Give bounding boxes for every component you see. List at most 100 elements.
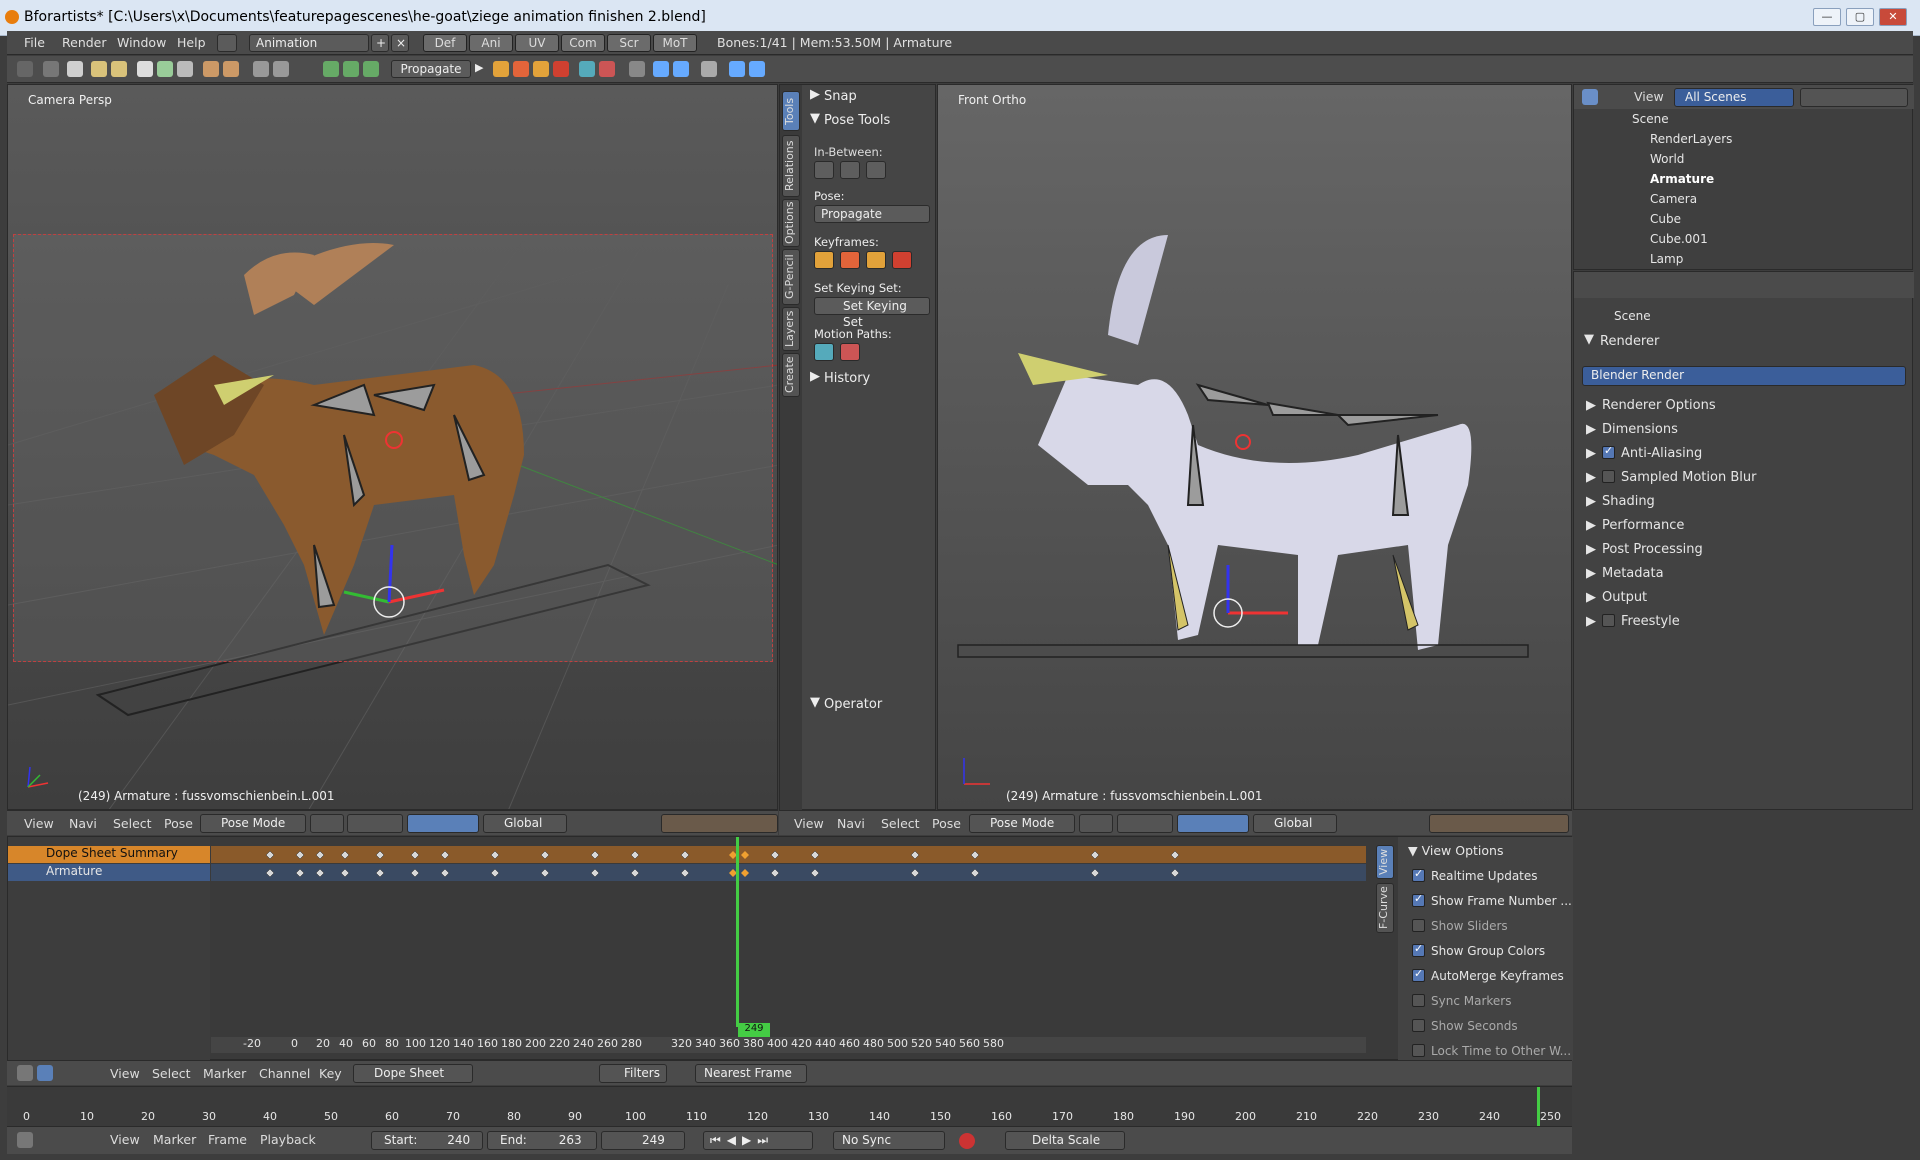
frame-ruler[interactable]: -20 0 20 40 60 80 100 120 140 160 180 20…: [211, 1037, 1366, 1053]
layer-buttons[interactable]: [1429, 814, 1569, 833]
option-show-group-colors[interactable]: Show Group Colors: [1412, 942, 1545, 958]
menu-marker[interactable]: Marker: [153, 1132, 196, 1147]
vtab-relations[interactable]: Relations: [782, 135, 800, 197]
section-output[interactable]: ▶ Output: [1576, 590, 1647, 610]
start-frame-field[interactable]: Start: 240: [371, 1131, 483, 1150]
properties-context-tabs[interactable]: [1574, 272, 1914, 298]
delete-keyframe-icon[interactable]: [513, 61, 529, 77]
orientation-dropdown[interactable]: Global: [483, 814, 567, 833]
option-show-sliders[interactable]: Show Sliders: [1412, 919, 1508, 933]
shading-dropdown[interactable]: [1079, 814, 1113, 833]
anti-aliasing-checkbox[interactable]: [1602, 444, 1615, 459]
render-anim-icon[interactable]: [273, 61, 289, 77]
section-performance[interactable]: ▶ Performance: [1576, 518, 1684, 538]
manipulator-toggle[interactable]: [407, 814, 479, 833]
menu-window[interactable]: Window: [117, 35, 166, 50]
render-engine-dropdown[interactable]: Blender Render: [1582, 366, 1906, 386]
save-copy-icon[interactable]: [177, 61, 193, 77]
section-motion-blur[interactable]: ▶ Sampled Motion Blur: [1576, 470, 1756, 490]
snap-mode-dropdown[interactable]: Nearest Frame: [695, 1064, 807, 1083]
keying-set-dropdown[interactable]: Delta Scale: [1005, 1131, 1125, 1150]
outliner-item-armature[interactable]: Armature: [1650, 172, 1714, 186]
view-persp-icon[interactable]: [701, 61, 717, 77]
display-mode-dropdown[interactable]: All Scenes: [1674, 88, 1794, 107]
checkbox[interactable]: [1412, 994, 1425, 1007]
editor-type-icon[interactable]: [1582, 89, 1598, 105]
menu-select[interactable]: Select: [152, 1066, 191, 1081]
end-frame-field[interactable]: End: 263: [487, 1131, 597, 1150]
maximize-button[interactable]: ▢: [1846, 8, 1874, 26]
tab-mot[interactable]: MoT: [653, 34, 697, 52]
section-anti-aliasing[interactable]: ▶ Anti-Aliasing: [1576, 444, 1702, 466]
menu-navi[interactable]: Navi: [69, 816, 97, 831]
play-arrow-icon[interactable]: ▶: [475, 61, 491, 77]
menu-playback[interactable]: Playback: [260, 1132, 316, 1147]
menu-render[interactable]: Render: [62, 35, 107, 50]
mode-icon[interactable]: [37, 1065, 53, 1081]
menu-pose[interactable]: Pose: [164, 816, 193, 831]
renderer-expander-icon[interactable]: ▼: [1584, 332, 1594, 347]
open-folder-icon[interactable]: [91, 61, 107, 77]
propagate-button[interactable]: Propagate: [391, 60, 471, 78]
outliner-item-world[interactable]: World: [1650, 152, 1684, 166]
vtab-options[interactable]: Options: [782, 199, 800, 247]
layer-buttons[interactable]: [661, 814, 778, 833]
remove-workspace-icon[interactable]: ×: [391, 34, 409, 52]
viewport-camera-persp[interactable]: Camera Persp (249) Armature : fussvomsch…: [7, 84, 778, 810]
menu-icon[interactable]: [43, 61, 59, 77]
vtab-gpencil[interactable]: G-Pencil: [782, 249, 800, 305]
checkbox[interactable]: [1412, 942, 1425, 957]
checkbox[interactable]: [1412, 892, 1425, 907]
layout-grid-icon[interactable]: [217, 34, 237, 52]
snap-expander-icon[interactable]: ▶: [810, 87, 820, 102]
current-frame-badge[interactable]: 249: [738, 1023, 770, 1037]
add-workspace-icon[interactable]: +: [371, 34, 389, 52]
timeline-editor[interactable]: 0 10 20 30 40 50 60 70 80 90 100 110 120…: [7, 1086, 1572, 1127]
manipulator-toggle[interactable]: [1177, 814, 1249, 833]
vtab-layers[interactable]: Layers: [782, 307, 800, 351]
outliner-item-lamp[interactable]: Lamp: [1650, 252, 1683, 266]
push-pose-button[interactable]: [814, 161, 834, 179]
hamburger-icon[interactable]: [17, 61, 33, 77]
menu-frame[interactable]: Frame: [208, 1132, 247, 1147]
recent-folder-icon[interactable]: [111, 61, 127, 77]
tab-ani[interactable]: Ani: [469, 34, 513, 52]
outliner-item-scene[interactable]: Scene: [1632, 112, 1669, 126]
save-icon[interactable]: [137, 61, 153, 77]
channel-dope-sheet-summary[interactable]: Dope Sheet Summary: [8, 846, 210, 863]
clear-key-button[interactable]: [892, 251, 912, 269]
close-window-button[interactable]: ✕: [1879, 8, 1907, 26]
section-dimensions[interactable]: ▶ Dimensions: [1576, 422, 1678, 442]
section-freestyle[interactable]: ▶ Freestyle: [1576, 614, 1680, 634]
renderer-panel-header[interactable]: Renderer: [1600, 334, 1659, 349]
vtab-create[interactable]: Create: [782, 353, 800, 397]
current-frame-line[interactable]: [736, 837, 739, 1027]
checkbox[interactable]: [1412, 967, 1425, 982]
menu-select[interactable]: Select: [113, 816, 152, 831]
relax-pose-button[interactable]: [840, 161, 860, 179]
pose-copy-icon[interactable]: [323, 61, 339, 77]
outliner-item-cube[interactable]: Cube: [1650, 212, 1681, 226]
propagate-panel-button[interactable]: Propagate: [814, 205, 930, 223]
pivot-dropdown[interactable]: [347, 814, 403, 833]
dopesheet-mode-dropdown[interactable]: Dope Sheet: [353, 1064, 473, 1083]
option-lock-time[interactable]: Lock Time to Other W...: [1412, 1044, 1571, 1058]
motion-path-icon[interactable]: [579, 61, 595, 77]
local-view-icon[interactable]: [749, 61, 765, 77]
operator-expander-icon[interactable]: ▼: [810, 695, 820, 710]
motion-blur-checkbox[interactable]: [1602, 470, 1615, 483]
viewport-front-ortho[interactable]: Front Ortho (249) Armature : fussvomschi…: [937, 84, 1572, 810]
outliner-item-renderlayers[interactable]: RenderLayers: [1650, 132, 1732, 146]
outliner-item-cube001[interactable]: Cube.001: [1650, 232, 1708, 246]
frame-view-icon[interactable]: [729, 61, 745, 77]
menu-view[interactable]: View: [110, 1066, 140, 1081]
breakdowner-button[interactable]: [866, 161, 886, 179]
save-as-icon[interactable]: [157, 61, 173, 77]
section-post-processing[interactable]: ▶ Post Processing: [1576, 542, 1703, 562]
menu-navi[interactable]: Navi: [837, 816, 865, 831]
clear-path-icon[interactable]: [599, 61, 615, 77]
tab-def[interactable]: Def: [423, 34, 467, 52]
section-shading[interactable]: ▶ Shading: [1576, 494, 1655, 514]
operator-panel-header[interactable]: Operator: [824, 697, 882, 712]
insert-key-button[interactable]: [814, 251, 834, 269]
